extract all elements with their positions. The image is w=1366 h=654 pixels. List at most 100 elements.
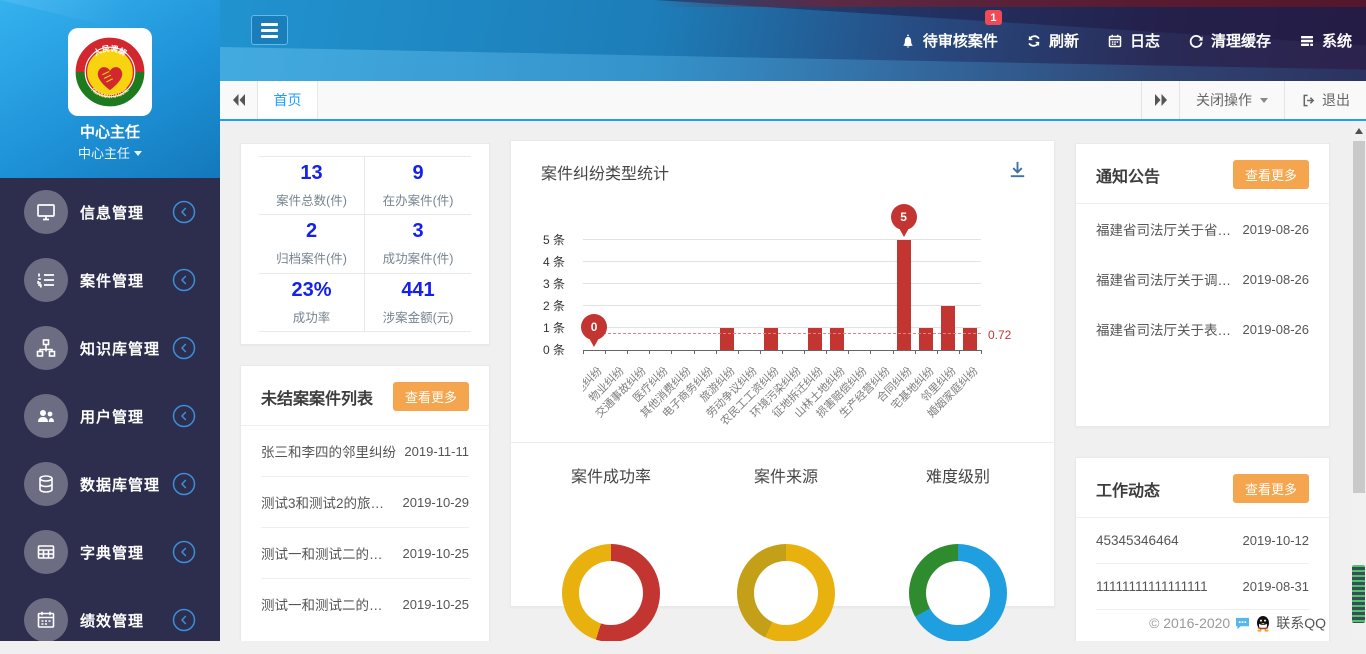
list-item[interactable]: 测试一和测试二的合同纠纷 2019-10-25: [261, 528, 469, 579]
database-icon: [24, 462, 68, 506]
download-icon[interactable]: [1007, 159, 1028, 185]
exit-button[interactable]: 退出: [1284, 81, 1366, 119]
tab-home-label: 首页: [273, 92, 302, 108]
clear-cache-button[interactable]: 清理缓存: [1188, 30, 1271, 51]
stat-success-cases[interactable]: 3 成功案件(件): [365, 215, 471, 274]
chevron-left-circle-icon[interactable]: [172, 404, 196, 428]
vertical-scrollbar[interactable]: [1352, 121, 1366, 641]
sidebar-item-label: 信息管理: [80, 204, 145, 222]
user-dropdown-label: 中心主任: [77, 146, 130, 161]
contact-qq-link[interactable]: 联系QQ: [1276, 613, 1326, 633]
qq-penguin-icon: [1257, 615, 1270, 632]
pending-cases-panel: 未结案案件列表 查看更多 张三和李四的邻里纠纷 2019-11-11 测试3和测…: [240, 365, 490, 641]
stat-value: 9: [412, 162, 424, 185]
bar-xlabels: 其他纠纷 物业纠纷 交通事故纠纷 医疗纠纷 其他消费纠纷 电子商务纠纷 旅游纠纷 劳动争议纠纷…: [583, 357, 1023, 437]
notices-title: 通知公告: [1096, 168, 1161, 186]
pending-cases-more-button[interactable]: 查看更多: [392, 382, 469, 411]
stat-active-cases[interactable]: 9 在办案件(件): [365, 157, 471, 216]
bar-农民工工资纠纷: [763, 328, 778, 350]
chevron-left-circle-icon[interactable]: [172, 472, 196, 496]
list-item[interactable]: 福建省司法厅关于表彰2... 2019-08-26: [1096, 304, 1309, 354]
sidebar-nav: 信息管理 案件管理 知识库管理 用户管理 数据库管理 字典管理 绩效管理: [0, 178, 220, 654]
tabs-scroll-left-button[interactable]: [220, 81, 258, 119]
sidebar-item-knowledge-mgmt[interactable]: 知识库管理: [0, 314, 220, 382]
sidebar-item-database-mgmt[interactable]: 数据库管理: [0, 450, 220, 518]
bar-ylabels: 0 条 1 条 2 条 3 条 4 条 5 条: [511, 233, 575, 357]
log-calendar-icon: [1108, 34, 1122, 47]
work-update-name: 45345346464: [1096, 533, 1179, 548]
monitor-icon: [24, 190, 68, 234]
bar-旅游纠纷: [719, 328, 734, 350]
top-menu-label: 日志: [1129, 33, 1160, 50]
stat-success-rate[interactable]: 23% 成功率: [259, 273, 365, 331]
sidebar-item-case-mgmt[interactable]: 案件管理: [0, 246, 220, 314]
list-item[interactable]: 张三和李四的邻里纠纷 2019-11-11: [261, 426, 469, 477]
list-item[interactable]: 福建省司法厅关于省十... 2019-08-26: [1096, 204, 1309, 254]
refresh-icon: [1028, 34, 1040, 47]
user-dropdown[interactable]: 中心主任: [0, 143, 220, 162]
qq-floating-widget[interactable]: [1352, 565, 1365, 623]
list-item[interactable]: 45345346464 2019-10-12: [1096, 518, 1309, 564]
log-button[interactable]: 日志: [1107, 30, 1160, 51]
panel-header: 工作动态 查看更多: [1076, 458, 1329, 518]
case-name: 张三和李四的邻里纠纷: [261, 445, 396, 460]
stat-amount-involved[interactable]: 441 涉案金额(元): [365, 274, 471, 331]
bar-山林土地纠纷: [830, 328, 845, 350]
donut-chart-difficulty: [909, 544, 1007, 641]
chart-header: 案件纠纷类型统计: [511, 141, 1054, 185]
chevron-left-circle-icon[interactable]: [172, 540, 196, 564]
y-axis-label: 0 条: [542, 343, 565, 357]
notice-date: 2019-08-26: [1242, 271, 1310, 287]
panel-header: 未结案案件列表 查看更多: [241, 366, 489, 426]
pending-review-cases-button[interactable]: 1 待审核案件: [900, 10, 1002, 51]
chevron-left-circle-icon[interactable]: [172, 268, 196, 292]
stat-archived-cases[interactable]: 2 归档案件(件): [259, 215, 365, 274]
list-ol-icon: [24, 258, 68, 302]
case-date: 2019-10-29: [402, 494, 470, 510]
notice-date: 2019-08-26: [1242, 321, 1310, 337]
sitemap-icon: [24, 326, 68, 370]
list-item[interactable]: 福建省司法厅关于调整... 2019-08-26: [1096, 254, 1309, 304]
pending-cases-list: 张三和李四的邻里纠纷 2019-11-11 测试3和测试2的旅游纠纷 2019-…: [241, 426, 489, 629]
refresh-button[interactable]: 刷新: [1026, 30, 1079, 51]
list-item[interactable]: 11111111111111111 2019-08-31: [1096, 564, 1309, 610]
sidebar-item-dictionary-mgmt[interactable]: 字典管理: [0, 518, 220, 586]
case-date: 2019-10-25: [402, 596, 470, 612]
sidebar-item-user-mgmt[interactable]: 用户管理: [0, 382, 220, 450]
sidebar-item-performance-mgmt[interactable]: 绩效管理: [0, 586, 220, 654]
scrollbar-up-arrow-icon[interactable]: [1355, 128, 1363, 134]
list-item[interactable]: 测试一和测试二的合同纠纷 2019-10-25: [261, 579, 469, 629]
table-icon: [24, 530, 68, 574]
bar-婚姻家庭纠纷: [962, 328, 977, 350]
bar-邻里纠纷: [940, 306, 955, 350]
system-icon: [1300, 35, 1313, 46]
hamburger-menu-button[interactable]: [251, 15, 288, 45]
close-operations-dropdown[interactable]: 关闭操作: [1179, 81, 1284, 119]
top-menu-label: 刷新: [1048, 33, 1079, 50]
tabs-scroll-right-button[interactable]: [1141, 81, 1179, 119]
footer: © 2016-2020 联系QQ: [1149, 613, 1326, 633]
system-button[interactable]: 系统: [1299, 30, 1352, 51]
copyright-text: © 2016-2020: [1149, 615, 1231, 631]
notice-name: 福建省司法厅关于表彰2...: [1096, 323, 1235, 338]
notices-panel: 通知公告 查看更多 福建省司法厅关于省十... 2019-08-26 福建省司法…: [1075, 143, 1330, 427]
marker-balloon: 0: [581, 314, 608, 340]
work-updates-more-button[interactable]: 查看更多: [1232, 474, 1309, 503]
notices-more-button[interactable]: 查看更多: [1232, 160, 1309, 189]
top-menu: 1 待审核案件 刷新 日志 清理缓存 系统: [900, 10, 1352, 51]
chevron-left-circle-icon[interactable]: [172, 336, 196, 360]
notice-date: 2019-08-26: [1242, 221, 1310, 237]
stat-total-cases[interactable]: 13 案件总数(件): [259, 157, 365, 216]
average-dashed-line: [583, 333, 981, 335]
chevron-left-circle-icon[interactable]: [172, 608, 196, 632]
divider: [511, 442, 1054, 443]
scrollbar-thumb[interactable]: [1353, 141, 1365, 493]
sidebar-item-info-mgmt[interactable]: 信息管理: [0, 178, 220, 246]
case-date: 2019-10-25: [402, 545, 470, 561]
case-name: 测试3和测试2的旅游纠纷: [261, 496, 395, 511]
top-header: 1 待审核案件 刷新 日志 清理缓存 系统: [220, 0, 1366, 81]
tab-home[interactable]: 首页: [258, 81, 318, 119]
donut-chart-case-source: [737, 544, 835, 641]
list-item[interactable]: 测试3和测试2的旅游纠纷 2019-10-29: [261, 477, 469, 528]
chevron-left-circle-icon[interactable]: [172, 200, 196, 224]
